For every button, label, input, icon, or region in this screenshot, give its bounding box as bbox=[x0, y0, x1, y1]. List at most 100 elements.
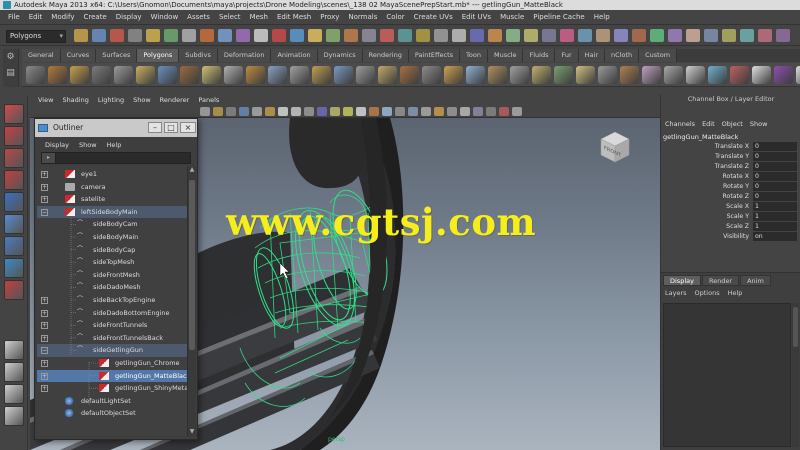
status-tool-icon[interactable] bbox=[146, 29, 160, 42]
shelf-tool-icon[interactable] bbox=[48, 65, 67, 84]
layer-menu-options[interactable]: Options bbox=[695, 289, 720, 297]
move-tool-icon[interactable] bbox=[4, 170, 24, 190]
viewport-tool-icon[interactable] bbox=[486, 106, 496, 116]
lasso-tool-icon[interactable] bbox=[4, 126, 24, 146]
outliner-menu-display[interactable]: Display bbox=[45, 141, 69, 149]
status-tool-icon[interactable] bbox=[542, 29, 556, 42]
viewport-tool-icon[interactable] bbox=[278, 106, 288, 116]
attribute-value-field[interactable]: 0 bbox=[753, 152, 797, 161]
shelf-tool-icon[interactable] bbox=[180, 65, 199, 84]
status-tool-icon[interactable] bbox=[452, 29, 466, 42]
status-tool-icon[interactable] bbox=[110, 29, 124, 42]
menu-display[interactable]: Display bbox=[116, 13, 142, 21]
shelf-tool-icon[interactable] bbox=[664, 65, 683, 84]
attribute-value-field[interactable]: 0 bbox=[753, 192, 797, 201]
status-tool-icon[interactable] bbox=[704, 29, 718, 42]
channel-attribute-row[interactable]: Rotate X 0 bbox=[661, 172, 800, 182]
menu-set-selector[interactable]: Polygons ▾ bbox=[6, 30, 66, 43]
channel-box-menu-edit[interactable]: Edit bbox=[702, 120, 715, 128]
menu-create[interactable]: Create bbox=[83, 13, 106, 21]
shelf-tool-icon[interactable] bbox=[774, 65, 793, 84]
viewport-tool-icon[interactable] bbox=[512, 106, 522, 116]
shelf-tool-icon[interactable] bbox=[466, 65, 485, 84]
status-tool-icon[interactable] bbox=[578, 29, 592, 42]
shelf-tab-muscle[interactable]: Muscle bbox=[487, 49, 524, 62]
expand-toggle-icon[interactable]: + bbox=[41, 309, 48, 317]
outliner-item[interactable]: + camera bbox=[37, 181, 187, 194]
shelf-tool-icon[interactable] bbox=[290, 65, 309, 84]
shelf-tab-custom[interactable]: Custom bbox=[639, 49, 678, 62]
expand-toggle-icon[interactable]: + bbox=[41, 385, 48, 393]
shelf-menu-gear[interactable]: ⚙ ▤ bbox=[3, 49, 19, 87]
status-tool-icon[interactable] bbox=[182, 29, 196, 42]
outliner-item[interactable]: ⌒ sideDadoMesh bbox=[37, 281, 187, 294]
outliner-item[interactable]: ⌒ sideBodyCam bbox=[37, 218, 187, 231]
shelf-tool-icon[interactable] bbox=[224, 65, 243, 84]
viewport-tool-icon[interactable] bbox=[265, 106, 275, 116]
outliner-filter-field[interactable]: ▸ bbox=[41, 152, 191, 164]
shelf-tool-icon[interactable] bbox=[312, 65, 331, 84]
status-tool-icon[interactable] bbox=[740, 29, 754, 42]
channel-attribute-row[interactable]: Visibility on bbox=[661, 232, 800, 242]
viewport-tool-icon[interactable] bbox=[252, 106, 262, 116]
status-tool-icon[interactable] bbox=[776, 29, 790, 42]
expand-toggle-icon[interactable]: − bbox=[41, 347, 48, 355]
layout-side-icon[interactable] bbox=[4, 384, 24, 404]
status-tool-icon[interactable] bbox=[236, 29, 250, 42]
viewport-tool-icon[interactable] bbox=[343, 106, 353, 116]
menu-muscle[interactable]: Muscle bbox=[500, 13, 524, 21]
status-tool-icon[interactable] bbox=[434, 29, 448, 42]
outliner-item[interactable]: + satelite bbox=[37, 193, 187, 206]
layer-menu-help[interactable]: Help bbox=[728, 289, 743, 297]
outliner-item[interactable]: + getlingGun_MatteBlack bbox=[37, 369, 187, 383]
viewport-menu-panels[interactable]: Panels bbox=[198, 96, 219, 104]
channel-attribute-row[interactable]: Translate Y 0 bbox=[661, 152, 800, 162]
status-tool-icon[interactable] bbox=[722, 29, 736, 42]
expand-toggle-icon[interactable]: + bbox=[41, 183, 48, 191]
layer-tab-anim[interactable]: Anim bbox=[740, 275, 771, 286]
shelf-tool-icon[interactable] bbox=[796, 65, 800, 84]
shelf-tab-surfaces[interactable]: Surfaces bbox=[96, 49, 138, 62]
minimize-button[interactable]: – bbox=[148, 122, 162, 133]
viewport-tool-icon[interactable] bbox=[226, 106, 236, 116]
layout-outliner-icon[interactable] bbox=[4, 406, 24, 426]
viewport-tool-icon[interactable] bbox=[447, 106, 457, 116]
menu-edit-uvs[interactable]: Edit UVs bbox=[462, 13, 491, 21]
viewport-tool-icon[interactable] bbox=[434, 106, 444, 116]
channel-box-menu-object[interactable]: Object bbox=[722, 120, 743, 128]
attribute-value-field[interactable]: 1 bbox=[753, 202, 797, 211]
viewport-tool-icon[interactable] bbox=[408, 106, 418, 116]
outliner-item[interactable]: + getlingGun_Chrome bbox=[37, 357, 187, 370]
viewport-tool-icon[interactable] bbox=[499, 106, 509, 116]
status-tool-icon[interactable] bbox=[74, 29, 88, 42]
viewport-tool-icon[interactable] bbox=[200, 106, 210, 116]
viewport-tool-icon[interactable] bbox=[395, 106, 405, 116]
channel-attribute-row[interactable]: Rotate Y 0 bbox=[661, 182, 800, 192]
channel-box-menu-show[interactable]: Show bbox=[750, 120, 768, 128]
menu-file[interactable]: File bbox=[8, 13, 20, 21]
outliner-title-bar[interactable]: Outliner – □ × bbox=[35, 119, 197, 137]
status-tool-icon[interactable] bbox=[200, 29, 214, 42]
show-manipulator-icon[interactable] bbox=[4, 258, 24, 278]
shelf-tab-animation[interactable]: Animation bbox=[271, 49, 318, 62]
viewport-tool-icon[interactable] bbox=[304, 106, 314, 116]
status-tool-icon[interactable] bbox=[614, 29, 628, 42]
shelf-tool-icon[interactable] bbox=[246, 65, 265, 84]
attribute-value-field[interactable]: 1 bbox=[753, 222, 797, 231]
channel-box-menu-channels[interactable]: Channels bbox=[665, 120, 695, 128]
status-tool-icon[interactable] bbox=[344, 29, 358, 42]
shelf-tab-toon[interactable]: Toon bbox=[460, 49, 488, 62]
viewport-tool-icon[interactable] bbox=[421, 106, 431, 116]
viewport-menu-renderer[interactable]: Renderer bbox=[160, 96, 190, 104]
shelf-tool-icon[interactable] bbox=[576, 65, 595, 84]
viewport-tool-icon[interactable] bbox=[460, 106, 470, 116]
layer-list[interactable] bbox=[663, 303, 791, 447]
layout-four-icon[interactable] bbox=[4, 362, 24, 382]
expand-toggle-icon[interactable]: + bbox=[41, 372, 48, 380]
channel-attribute-row[interactable]: Rotate Z 0 bbox=[661, 192, 800, 202]
viewport-tool-icon[interactable] bbox=[473, 106, 483, 116]
status-tool-icon[interactable] bbox=[218, 29, 232, 42]
status-tool-icon[interactable] bbox=[632, 29, 646, 42]
scale-tool-icon[interactable] bbox=[4, 214, 24, 234]
shelf-tool-icon[interactable] bbox=[620, 65, 639, 84]
